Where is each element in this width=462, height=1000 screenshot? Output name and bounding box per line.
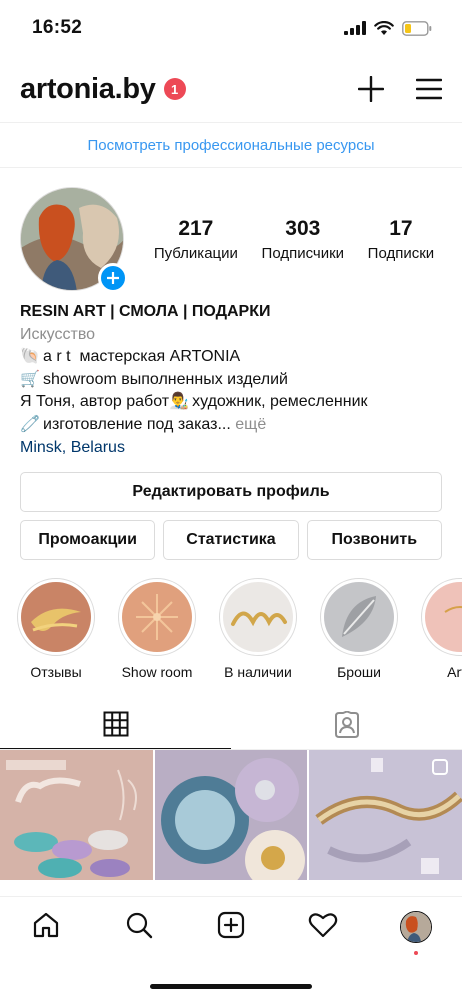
bio-category: Искусство (20, 325, 96, 343)
notification-badge: 1 (163, 78, 186, 100)
avatar-container[interactable] (20, 187, 128, 293)
posts-grid (0, 750, 462, 881)
bio-line: 🐚 a r t мастерская ARTONIA (20, 346, 442, 369)
bio-line: Я Тоня, автор работ👨‍🎨 художник, ремеслен… (20, 391, 442, 414)
create-plus-icon[interactable] (358, 76, 384, 102)
bio-line-text: Я Тоня, автор работ (20, 393, 170, 411)
highlight-ring (421, 578, 462, 657)
stat-label: Подписки (367, 244, 435, 262)
stat-value: 303 (285, 216, 321, 240)
heart-icon (309, 913, 338, 938)
highlight-label: В наличии (224, 664, 292, 681)
profile-stats: 217 Публикации 303 Подписчики 17 Подписк… (142, 217, 446, 262)
tab-posts-grid[interactable] (0, 700, 231, 750)
tab-tagged[interactable] (231, 700, 462, 749)
highlight-label: Броши (337, 664, 381, 681)
post-thumbnail[interactable] (154, 750, 308, 881)
highlight-item[interactable]: В наличии (219, 578, 297, 688)
stat-followers[interactable]: 303 Подписчики (262, 217, 345, 262)
bio-line-text: изготовление под заказ... (43, 415, 231, 433)
battery-low-icon (402, 20, 432, 36)
nav-home[interactable] (26, 911, 66, 951)
location-country: Belarus (70, 438, 125, 456)
home-indicator[interactable] (150, 984, 312, 989)
highlight-cover (21, 582, 91, 653)
stat-label: Публикации (153, 244, 238, 262)
bio-location[interactable]: Minsk, Belarus (20, 437, 442, 460)
bio-line-text: художник, ремесленник (192, 393, 368, 411)
stat-label: Подписчики (261, 244, 345, 262)
cart-emoji-icon: 🛒 (20, 370, 40, 388)
highlight-ring (320, 578, 398, 657)
profile-bio: RESIN ART | СМОЛА | ПОДАРКИ Искусство 🐚 a… (0, 301, 462, 459)
stat-value: 17 (389, 216, 413, 240)
stat-value: 217 (178, 216, 214, 240)
cellular-signal-icon (344, 21, 366, 35)
bio-line-text: showroom выполненных изделий (43, 370, 288, 388)
action-button-row: Промоакции Статистика Позвонить (20, 520, 442, 561)
bio-line: 🧷 изготовление под заказ... ещё (20, 414, 442, 437)
location-city: Minsk (20, 438, 62, 456)
profile-tabs (0, 700, 462, 751)
bio-line-text: a r t мастерская ARTONIA (43, 348, 241, 366)
highlight-item[interactable]: Отзывы (17, 578, 95, 688)
location-separator: , (61, 438, 67, 456)
highlight-ring (17, 578, 95, 657)
shell-emoji-icon: 🐚 (20, 348, 40, 366)
header-actions (358, 76, 442, 102)
highlight-ring (118, 578, 196, 657)
bio-display-name: RESIN ART | СМОЛА | ПОДАРКИ (20, 303, 271, 320)
highlight-item[interactable]: Arto (421, 578, 462, 688)
professional-resources-link[interactable]: Посмотреть профессиональные ресурсы (0, 122, 462, 168)
highlight-label: Arto (447, 664, 462, 681)
nav-activity[interactable] (303, 911, 343, 951)
bio-more-link[interactable]: ещё (235, 416, 266, 433)
post-thumbnail[interactable] (0, 750, 153, 881)
highlight-item[interactable]: Show room (118, 578, 196, 688)
tagged-person-icon (334, 710, 359, 738)
account-switcher[interactable]: artonia.by 1 (20, 73, 186, 106)
profile-username: artonia.by (20, 72, 156, 105)
post-thumbnail[interactable] (309, 750, 462, 881)
story-highlights: Отзывы Show room В наличии Броши Ar (0, 578, 462, 688)
add-story-button[interactable] (98, 263, 128, 293)
highlight-cover (223, 582, 293, 653)
edit-profile-button[interactable]: Редактировать профиль (20, 472, 442, 513)
home-icon (34, 912, 59, 938)
highlight-label: Show room (121, 664, 193, 681)
search-icon (126, 912, 152, 939)
create-post-icon (217, 911, 245, 939)
profile-avatar-icon (399, 911, 432, 943)
highlight-label: Отзывы (30, 664, 82, 681)
highlight-cover (425, 582, 462, 653)
highlight-cover (122, 582, 192, 653)
highlight-cover (324, 582, 394, 653)
menu-hamburger-icon[interactable] (416, 78, 442, 100)
grid-icon (103, 711, 128, 737)
safety-pin-emoji-icon: 🧷 (20, 415, 40, 433)
artist-emoji-icon: 👨‍🎨 (169, 393, 190, 411)
bio-line: 🛒 showroom выполненных изделий (20, 369, 442, 392)
call-button[interactable]: Позвонить (306, 520, 442, 561)
promotions-button[interactable]: Промоакции (20, 520, 156, 561)
notification-dot (413, 951, 418, 955)
stat-posts[interactable]: 217 Публикации (154, 217, 238, 262)
status-bar: 16:52 (0, 0, 462, 56)
highlight-item[interactable]: Броши (320, 578, 398, 688)
plus-icon (107, 272, 119, 284)
highlight-ring (219, 578, 297, 657)
status-time: 16:52 (32, 17, 83, 38)
nav-create[interactable] (211, 911, 251, 951)
nav-profile[interactable] (396, 911, 436, 955)
profile-summary: 217 Публикации 303 Подписчики 17 Подписк… (0, 168, 462, 296)
status-icons (344, 20, 432, 36)
wifi-icon (374, 20, 394, 35)
nav-search[interactable] (119, 911, 159, 951)
insights-button[interactable]: Статистика (163, 520, 299, 561)
profile-header: artonia.by 1 (0, 56, 462, 122)
stat-following[interactable]: 17 Подписки (368, 217, 435, 262)
